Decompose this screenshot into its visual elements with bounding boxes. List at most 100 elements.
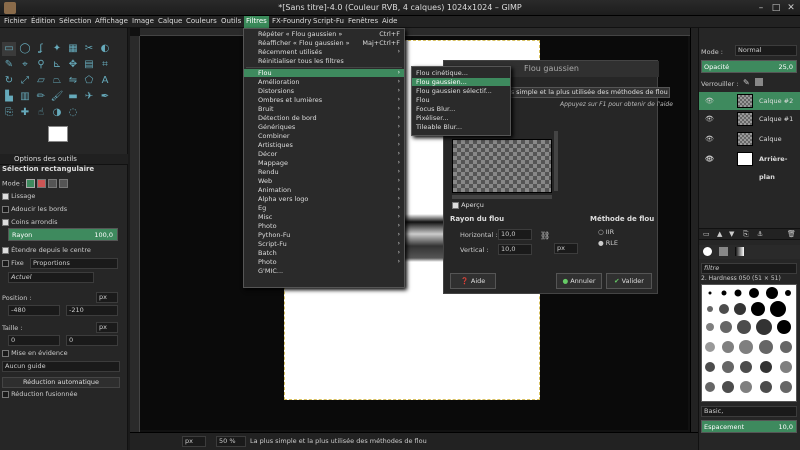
- menu-item-web[interactable]: Web ›: [244, 177, 404, 185]
- submenu-item-gaussian-blur[interactable]: Flou gaussien...: [412, 78, 510, 86]
- radius-unit-dropdown[interactable]: px: [554, 243, 578, 254]
- lissage-checkbox[interactable]: Lissage: [2, 192, 35, 200]
- horizontal-input[interactable]: 10,0: [498, 229, 532, 240]
- menu-aide[interactable]: Aide: [382, 17, 397, 25]
- coins-arrondis-checkbox[interactable]: Coins arrondis: [2, 218, 57, 226]
- menu-item-photo-2[interactable]: Photo ›: [244, 258, 404, 266]
- position-unit[interactable]: px: [96, 292, 118, 303]
- gradients-tab-icon[interactable]: [735, 247, 744, 256]
- delete-layer-icon[interactable]: 🗑: [787, 230, 796, 238]
- menu-item-bruit[interactable]: Bruit ›: [244, 105, 404, 113]
- menu-item-repeat[interactable]: Répéter « Flou gaussien » Ctrl+F: [244, 30, 404, 38]
- vertical-input[interactable]: 10,0: [498, 244, 532, 255]
- foreground-select-icon[interactable]: ◐: [98, 42, 112, 56]
- submenu-item-selective-gaussian[interactable]: Flou gaussien sélectif...: [412, 87, 510, 95]
- menu-fenetres[interactable]: Fenêtres: [348, 17, 378, 25]
- menu-fx-foundry[interactable]: FX-Foundry: [272, 17, 311, 25]
- move-icon[interactable]: ✥: [66, 58, 80, 72]
- duplicate-layer-icon[interactable]: ⎘: [743, 230, 749, 239]
- chain-link-icon[interactable]: ⛓: [540, 231, 550, 240]
- cancel-button[interactable]: ● Annuler: [556, 273, 602, 289]
- menu-item-combiner[interactable]: Combiner ›: [244, 132, 404, 140]
- bucket-fill-icon[interactable]: ▙: [2, 90, 16, 104]
- rotate-icon[interactable]: ↻: [2, 74, 16, 88]
- ellipse-select-icon[interactable]: ◯: [18, 42, 32, 56]
- fixe-checkbox[interactable]: Fixe: [2, 259, 24, 267]
- layer-mode-dropdown[interactable]: Normal: [735, 45, 797, 56]
- mise-en-evidence-checkbox[interactable]: Mise en évidence: [2, 349, 68, 357]
- etendre-checkbox[interactable]: Étendre depuis le centre: [2, 246, 91, 254]
- flip-icon[interactable]: ⇋: [66, 74, 80, 88]
- rayon-slider[interactable]: Rayon 100,0: [8, 228, 118, 241]
- menu-calque[interactable]: Calque: [158, 17, 182, 25]
- preview-area[interactable]: [452, 139, 552, 193]
- fuzzy-select-icon[interactable]: ✦: [50, 42, 64, 56]
- actuel-input[interactable]: Actuel: [8, 272, 94, 283]
- visibility-eye-icon[interactable]: 👁: [705, 92, 714, 110]
- patterns-tab-icon[interactable]: [719, 247, 728, 256]
- menu-item-rendu[interactable]: Rendu ›: [244, 168, 404, 176]
- menu-item-detection[interactable]: Détection de bord ›: [244, 114, 404, 122]
- mode-replace-icon[interactable]: [26, 179, 36, 188]
- foreground-color-swatch[interactable]: [48, 126, 68, 142]
- menu-item-script-fu[interactable]: Script-Fu ›: [244, 240, 404, 248]
- reduction-fusionnee-checkbox[interactable]: Réduction fusionnée: [2, 390, 77, 398]
- submenu-item-focus-blur[interactable]: Focus Blur...: [412, 105, 510, 113]
- gradient-icon[interactable]: ▥: [18, 90, 32, 104]
- position-x-input[interactable]: -480: [8, 305, 60, 316]
- menu-fichier[interactable]: Fichier: [4, 17, 27, 25]
- auto-shrink-button[interactable]: Réduction automatique: [2, 377, 120, 388]
- tab-tool-options[interactable]: Options des outils: [0, 154, 128, 165]
- airbrush-icon[interactable]: ✈: [82, 90, 96, 104]
- submenu-item-motion-blur[interactable]: Flou cinétique...: [412, 69, 510, 77]
- status-unit-dropdown[interactable]: px: [182, 436, 206, 447]
- opacity-slider[interactable]: Opacité 25,0: [701, 60, 797, 73]
- menu-item-reshow[interactable]: Réafficher « Flou gaussien » Maj+Ctrl+F: [244, 39, 404, 47]
- eraser-icon[interactable]: ▬: [66, 90, 80, 104]
- scissors-icon[interactable]: ✂: [82, 42, 96, 56]
- paintbrush-icon[interactable]: 🖌: [50, 90, 64, 104]
- fixe-dropdown[interactable]: Proportions: [30, 258, 118, 269]
- menu-item-artistiques[interactable]: Artistiques ›: [244, 141, 404, 149]
- spacing-slider[interactable]: Espacement 10,0: [701, 420, 797, 433]
- submenu-item-tileable-blur[interactable]: Tileable Blur...: [412, 123, 510, 131]
- layer-row[interactable]: 👁 Calque: [699, 130, 800, 148]
- brush-filter-input[interactable]: filtre: [701, 263, 797, 274]
- lock-alpha-icon[interactable]: [755, 78, 763, 86]
- lock-pixels-icon[interactable]: ✎: [743, 78, 750, 87]
- position-y-input[interactable]: -210: [66, 305, 118, 316]
- smudge-icon[interactable]: ☝: [34, 106, 48, 120]
- anchor-layer-icon[interactable]: ⚓: [757, 230, 763, 238]
- menu-script-fu[interactable]: Script-Fu: [313, 17, 344, 25]
- scale-icon[interactable]: ⤢: [18, 74, 32, 88]
- layer-row[interactable]: 👁 Calque #2: [699, 92, 800, 110]
- menu-filtres[interactable]: Filtres: [244, 16, 269, 28]
- zoom-dropdown[interactable]: 50 %: [216, 436, 246, 447]
- minimize-icon[interactable]: –: [756, 3, 766, 13]
- preview-hscroll[interactable]: [452, 195, 552, 199]
- menu-item-alpha-logo[interactable]: Alpha vers logo ›: [244, 195, 404, 203]
- menu-item-batch[interactable]: Batch ›: [244, 249, 404, 257]
- mode-intersect-icon[interactable]: [59, 179, 69, 188]
- cage-icon[interactable]: ⬠: [82, 74, 96, 88]
- color-select-icon[interactable]: ▦: [66, 42, 80, 56]
- size-width-input[interactable]: 0: [8, 335, 60, 346]
- raise-layer-icon[interactable]: ▲: [717, 230, 722, 238]
- blur-sharpen-icon[interactable]: ◌: [66, 106, 80, 120]
- color-picker-icon[interactable]: ⌖: [18, 58, 32, 72]
- menu-image[interactable]: Image: [132, 17, 154, 25]
- menu-item-misc[interactable]: Misc ›: [244, 213, 404, 221]
- maximize-icon[interactable]: □: [771, 3, 781, 13]
- submenu-item-blur[interactable]: Flou: [412, 96, 510, 104]
- menu-item-eg[interactable]: Eg ›: [244, 204, 404, 212]
- paths-icon[interactable]: ✎: [2, 58, 16, 72]
- rect-select-icon[interactable]: ▭: [2, 42, 16, 56]
- ok-button[interactable]: ✔ Valider: [606, 273, 652, 289]
- brush-preset-dropdown[interactable]: Basic,: [701, 406, 797, 417]
- shear-icon[interactable]: ▱: [34, 74, 48, 88]
- menu-item-generiques[interactable]: Génériques ›: [244, 123, 404, 131]
- layer-row[interactable]: 👁 Arrière-plan: [699, 150, 800, 181]
- heal-icon[interactable]: ✚: [18, 106, 32, 120]
- rle-radio[interactable]: ● RLE: [598, 239, 618, 247]
- menu-item-flou[interactable]: Flou ›: [244, 69, 404, 77]
